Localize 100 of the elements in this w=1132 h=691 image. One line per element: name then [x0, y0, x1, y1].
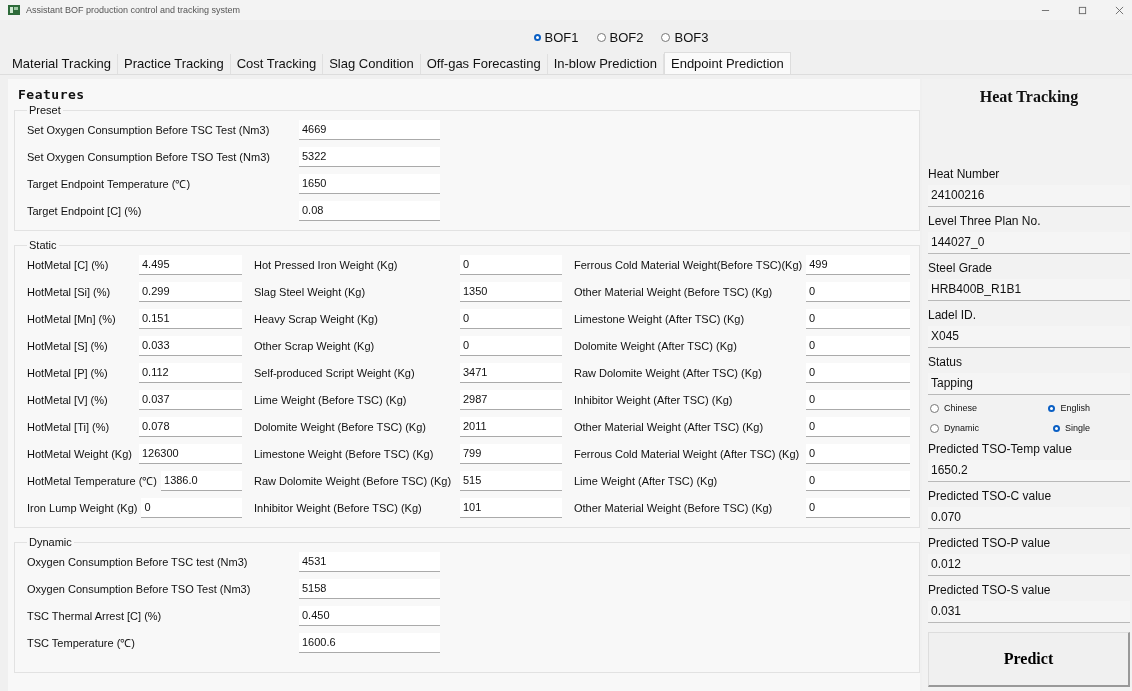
field-label: Dolomite Weight (Before TSC) (Kg)	[254, 420, 427, 433]
field-label: Other Scrap Weight (Kg)	[254, 339, 376, 352]
field-label: Predicted TSO-S value	[928, 582, 1052, 599]
field-label: HotMetal [P] (%)	[27, 366, 109, 379]
option-radio[interactable]: Single	[1052, 423, 1090, 433]
input-field[interactable]: 0	[806, 389, 910, 410]
input-field[interactable]: 0.299	[139, 281, 242, 302]
predict-button[interactable]: Predict	[928, 632, 1130, 687]
field-label: Status	[928, 354, 964, 371]
input-field[interactable]: 5322	[299, 146, 440, 167]
input-field[interactable]: 0	[806, 335, 910, 356]
input-field[interactable]: 2011	[460, 416, 562, 437]
input-field[interactable]: 4.495	[139, 254, 242, 275]
field-label: Ladel ID.	[928, 307, 978, 324]
field-label: Predicted TSO-Temp value	[928, 441, 1073, 458]
input-field[interactable]: 2987	[460, 389, 562, 410]
input-field[interactable]: 0	[460, 254, 562, 275]
field-label: HotMetal Temperature (℃)	[27, 474, 158, 488]
maximize-icon[interactable]	[1078, 5, 1087, 15]
input-field[interactable]: 0	[806, 443, 910, 464]
input-field[interactable]: 0.08	[299, 200, 440, 221]
field-label: Level Three Plan No.	[928, 213, 1042, 230]
field-label: HotMetal [S] (%)	[27, 339, 109, 352]
furnace-radio[interactable]: BOF3	[661, 29, 709, 45]
field-label: Raw Dolomite Weight (After TSC) (Kg)	[574, 366, 763, 379]
input-field[interactable]: 0.037	[139, 389, 242, 410]
field-label: TSC Thermal Arrest [C] (%)	[27, 609, 163, 622]
field-label: Dolomite Weight (After TSC) (Kg)	[574, 339, 738, 352]
field-label: Other Material Weight (After TSC) (Kg)	[574, 420, 765, 433]
field-label: HotMetal Weight (Kg)	[27, 447, 133, 460]
furnace-radio[interactable]: BOF2	[596, 29, 644, 45]
field-label: Iron Lump Weight (Kg)	[27, 501, 139, 514]
field-label: Heavy Scrap Weight (Kg)	[254, 312, 379, 325]
field-label: HotMetal [Si] (%)	[27, 285, 112, 298]
field-label: Lime Weight (After TSC) (Kg)	[574, 474, 719, 487]
close-icon[interactable]	[1115, 5, 1124, 15]
input-field[interactable]: 0.033	[139, 335, 242, 356]
input-field[interactable]: 499	[806, 254, 910, 275]
field-label: Self-produced Script Weight (Kg)	[254, 366, 416, 379]
input-field[interactable]: 0	[806, 281, 910, 302]
option-radio[interactable]: Dynamic	[930, 423, 979, 433]
field-label: Limestone Weight (After TSC) (Kg)	[574, 312, 746, 325]
field-label: Ferrous Cold Material Weight(Before TSC)(Kg)	[574, 258, 804, 271]
field-label: Inhibitor Weight (After TSC) (Kg)	[574, 393, 734, 406]
input-field[interactable]: 0	[806, 416, 910, 437]
field-label: Set Oxygen Consumption Before TSO Test (Nm3)	[27, 150, 271, 163]
field-label: HotMetal [Ti] (%)	[27, 420, 111, 433]
input-field[interactable]: 799	[460, 443, 562, 464]
field-label: Oxygen Consumption Before TSO Test (Nm3)	[27, 582, 252, 595]
field-label: Target Endpoint [C] (%)	[27, 204, 143, 217]
panel-title: Heat Tracking	[978, 87, 1080, 108]
field-label: Slag Steel Weight (Kg)	[254, 285, 367, 298]
field-label: Heat Number	[928, 166, 1001, 183]
input-field[interactable]: 3471	[460, 362, 562, 383]
field-label: Set Oxygen Consumption Before TSC Test (Nm3)	[27, 123, 271, 136]
input-field[interactable]: 1350	[460, 281, 562, 302]
tab[interactable]: Endpoint Prediction	[664, 52, 791, 74]
input-field[interactable]: 0	[806, 362, 910, 383]
furnace-radio[interactable]: BOF1	[533, 29, 579, 45]
field-label: Raw Dolomite Weight (Before TSC) (Kg)	[254, 474, 453, 487]
app-icon	[8, 5, 20, 15]
field-label: Oxygen Consumption Before TSC test (Nm3)	[27, 555, 249, 568]
field-label: Other Material Weight (Before TSC) (Kg)	[574, 501, 774, 514]
input-field[interactable]: 0	[806, 497, 910, 518]
input-field[interactable]: 4531	[299, 551, 440, 572]
field-label: Lime Weight (Before TSC) (Kg)	[254, 393, 408, 406]
input-field[interactable]: 4669	[299, 119, 440, 140]
field-label: Predicted TSO-P value	[928, 535, 1052, 552]
field-label: Target Endpoint Temperature (℃)	[27, 177, 192, 191]
input-field[interactable]: 126300	[139, 443, 242, 464]
input-field[interactable]: 0.151	[139, 308, 242, 329]
input-field[interactable]: 515	[460, 470, 562, 491]
option-radio[interactable]: Chinese	[930, 403, 978, 413]
section-title: Features	[18, 87, 86, 102]
input-field[interactable]: 1600.6	[299, 632, 440, 653]
input-field[interactable]: 0.078	[139, 416, 242, 437]
field-label: Ferrous Cold Material Weight (After TSC) (Kg)	[574, 447, 801, 460]
input-field[interactable]: 0.450	[299, 605, 440, 626]
field-label: Predicted TSO-C value	[928, 488, 1053, 505]
field-label: HotMetal [V] (%)	[27, 393, 109, 406]
input-field[interactable]: 1650	[299, 173, 440, 194]
field-label: Other Material Weight (Before TSC) (Kg)	[574, 285, 774, 298]
group-title: Static	[28, 239, 58, 251]
field-label: HotMetal [C] (%)	[27, 258, 110, 271]
window-title: Assistant BOF production control and tracking system	[26, 5, 241, 15]
input-field[interactable]: 0	[806, 470, 910, 491]
group-title: Preset	[28, 104, 62, 116]
field-label: HotMetal [Mn] (%)	[27, 312, 117, 325]
input-field[interactable]: 0.112	[139, 362, 242, 383]
input-field[interactable]: 0	[460, 335, 562, 356]
field-label: Steel Grade	[928, 260, 994, 277]
input-field[interactable]: 5158	[299, 578, 440, 599]
input-field[interactable]: 0	[460, 308, 562, 329]
input-field[interactable]: 1386.0	[161, 470, 242, 491]
field-label: TSC Temperature (℃)	[27, 636, 136, 650]
input-field[interactable]: 101	[460, 497, 562, 518]
field-label: Limestone Weight (Before TSC) (Kg)	[254, 447, 435, 460]
input-field[interactable]: 0	[806, 308, 910, 329]
input-field[interactable]: 0	[141, 497, 242, 518]
option-radio[interactable]: English	[1048, 403, 1090, 413]
